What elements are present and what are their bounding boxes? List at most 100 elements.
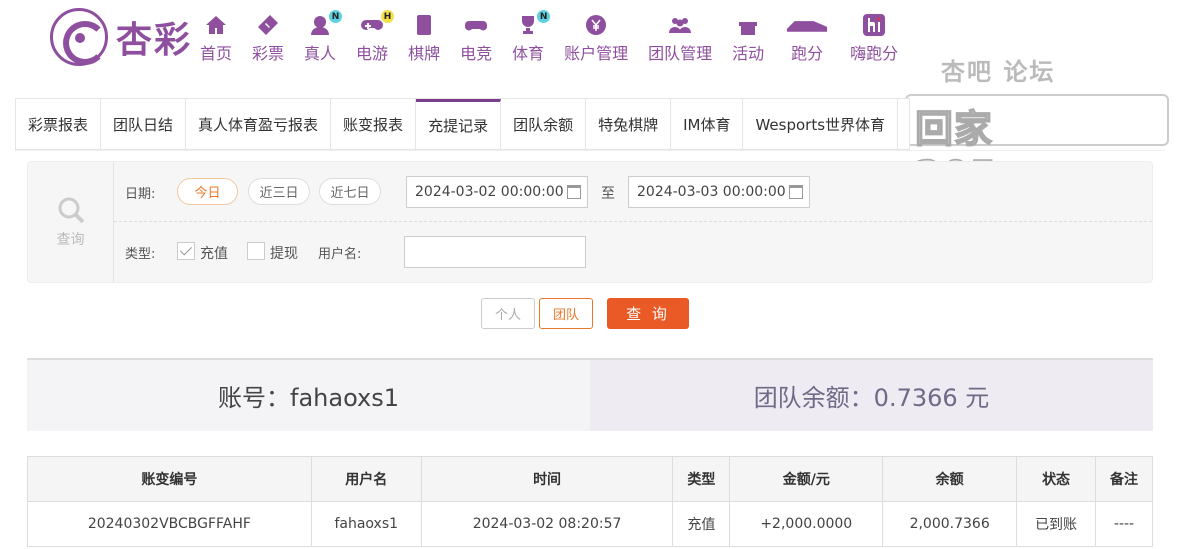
cell-balance: 2,000.7366 — [882, 501, 1018, 547]
end-date-input[interactable]: 2024-03-03 00:00:00 — [628, 176, 810, 208]
col-header-note: 备注 — [1095, 456, 1153, 502]
search-icon — [58, 197, 84, 224]
hi-icon — [860, 12, 888, 38]
tab-im-sports[interactable]: IM体育 — [671, 99, 744, 149]
nav-label: 跑分 — [791, 44, 824, 63]
controller-icon — [462, 12, 490, 38]
trophy-icon: N — [514, 10, 551, 38]
start-date-value: 2024-03-02 00:00:00 — [415, 184, 564, 200]
cards-icon — [410, 12, 438, 38]
report-tabs: 彩票报表 团队日结 真人体育盈亏报表 账变报表 充提记录 团队余额 特兔棋牌 I… — [15, 98, 910, 150]
top-header: 杏彩 首页 彩票 N 真人 H 电游 棋牌 电竞 N 体育 账户管理 团队管理 … — [0, 0, 1179, 198]
nav-item-hi-paofen[interactable]: 嗨跑分 — [850, 12, 898, 64]
nav-label: 电游 — [356, 44, 389, 63]
query-panel: 查询 日期: 今日 近三日 近七日 2024-03-02 00:00:00 至 … — [27, 161, 1153, 283]
tab-account-changes[interactable]: 账变报表 — [331, 99, 417, 149]
filter-row: 类型: 充值 提现 用户名: — [114, 222, 1152, 282]
yen-icon — [582, 12, 610, 38]
calendar-icon[interactable] — [567, 185, 581, 199]
hot-badge: H — [381, 10, 395, 23]
query-side: 查询 — [28, 162, 114, 282]
calendar-icon[interactable] — [789, 185, 803, 199]
nav-item-slots[interactable]: H 电游 — [356, 10, 395, 64]
end-date-value: 2024-03-03 00:00:00 — [637, 184, 786, 200]
col-header-amount: 金额/元 — [729, 456, 884, 502]
tab-chess-special[interactable]: 特兔棋牌 — [586, 99, 672, 149]
nav-label: 账户管理 — [564, 44, 629, 63]
cell-time: 2024-03-02 08:20:57 — [420, 501, 674, 547]
tab-deposit-withdraw[interactable]: 充提记录 — [416, 99, 502, 149]
tab-team-balance[interactable]: 团队余额 — [501, 99, 587, 149]
logo[interactable]: 杏彩 — [50, 8, 192, 66]
dealer-icon: N — [306, 10, 343, 38]
date-label: 日期: — [125, 187, 156, 202]
nav-label: 真人 — [304, 44, 337, 63]
tab-team-daily[interactable]: 团队日结 — [101, 99, 187, 149]
nav-label: 电竞 — [460, 44, 493, 63]
nav-item-esports[interactable]: 电竞 — [460, 12, 492, 64]
home-icon — [202, 12, 230, 38]
col-header-status: 状态 — [1016, 456, 1097, 502]
nav-label: 棋牌 — [408, 44, 441, 63]
nav-item-home[interactable]: 首页 — [200, 12, 232, 64]
nav-item-sports[interactable]: N 体育 — [512, 10, 551, 64]
watermark-box: 回家205.com — [905, 94, 1169, 198]
gamepad-icon: H — [358, 10, 395, 38]
table-header-row: 账变编号 用户名 时间 类型 金额/元 余额 状态 备注 — [27, 456, 1153, 502]
team-balance-summary: 团队余额：0.7366 元 — [590, 360, 1153, 431]
range-today-button[interactable]: 今日 — [177, 178, 238, 205]
new-badge: N — [329, 10, 343, 23]
search-button[interactable]: 查 询 — [607, 298, 689, 329]
range-3days-button[interactable]: 近三日 — [248, 178, 310, 205]
watermark: 杏吧 论坛 回家205.com — [905, 52, 1173, 198]
cell-status: 已到账 — [1016, 501, 1097, 547]
logo-emblem-icon — [50, 8, 108, 66]
cell-note: ---- — [1095, 501, 1153, 547]
team-button[interactable]: 团队 — [539, 298, 593, 329]
username-input[interactable] — [404, 236, 586, 268]
cell-type: 充值 — [672, 501, 731, 547]
to-label: 至 — [601, 186, 615, 202]
tab-wesports[interactable]: Wesports世界体育 — [743, 99, 899, 149]
divider — [15, 150, 1165, 151]
type-label: 类型: — [125, 247, 156, 262]
summary-bar: 账号：fahaoxs1 团队余额：0.7366 元 — [27, 358, 1153, 431]
nav-label: 嗨跑分 — [850, 44, 899, 63]
date-row: 日期: 今日 近三日 近七日 2024-03-02 00:00:00 至 202… — [114, 162, 1152, 222]
watermark-top-text: 杏吧 论坛 — [941, 58, 1056, 86]
nav-item-chess[interactable]: 棋牌 — [408, 12, 440, 64]
cell-amount: +2,000.0000 — [729, 501, 884, 547]
logo-text: 杏彩 — [116, 19, 193, 61]
account-summary: 账号：fahaoxs1 — [27, 360, 590, 431]
team-icon — [666, 12, 694, 38]
nav-label: 团队管理 — [648, 44, 713, 63]
gift-icon — [734, 12, 762, 38]
nav-item-promotions[interactable]: 活动 — [732, 12, 764, 64]
withdraw-checkbox[interactable] — [247, 242, 265, 260]
nav-item-team[interactable]: 团队管理 — [648, 12, 712, 64]
col-header-time: 时间 — [420, 456, 674, 502]
nav-item-live[interactable]: N 真人 — [304, 10, 343, 64]
nav-item-lottery[interactable]: 彩票 — [252, 12, 284, 64]
range-7days-button[interactable]: 近七日 — [319, 178, 381, 205]
col-header-balance: 余额 — [882, 456, 1018, 502]
nav-item-paofen[interactable]: 跑分 — [784, 12, 830, 64]
col-header-username: 用户名 — [310, 456, 422, 502]
query-side-label: 查询 — [56, 232, 85, 248]
tab-live-sports-pnl[interactable]: 真人体育盈亏报表 — [186, 99, 332, 149]
start-date-input[interactable]: 2024-03-02 00:00:00 — [406, 176, 588, 208]
username-label: 用户名: — [318, 247, 362, 262]
nav-item-account[interactable]: 账户管理 — [564, 12, 628, 64]
col-header-type: 类型 — [672, 456, 731, 502]
ticket-icon — [254, 12, 282, 38]
main-nav: 首页 彩票 N 真人 H 电游 棋牌 电竞 N 体育 账户管理 团队管理 活动 … — [200, 10, 918, 64]
nav-label: 体育 — [512, 44, 545, 63]
personal-button[interactable]: 个人 — [481, 298, 535, 329]
car-icon — [784, 12, 830, 38]
tab-lottery-report[interactable]: 彩票报表 — [16, 99, 102, 149]
cell-id: 20240302VBCBGFFAHF — [27, 501, 312, 547]
col-header-id: 账变编号 — [27, 456, 312, 502]
recharge-checkbox[interactable] — [177, 242, 195, 260]
nav-label: 彩票 — [252, 44, 285, 63]
nav-label: 活动 — [732, 44, 765, 63]
